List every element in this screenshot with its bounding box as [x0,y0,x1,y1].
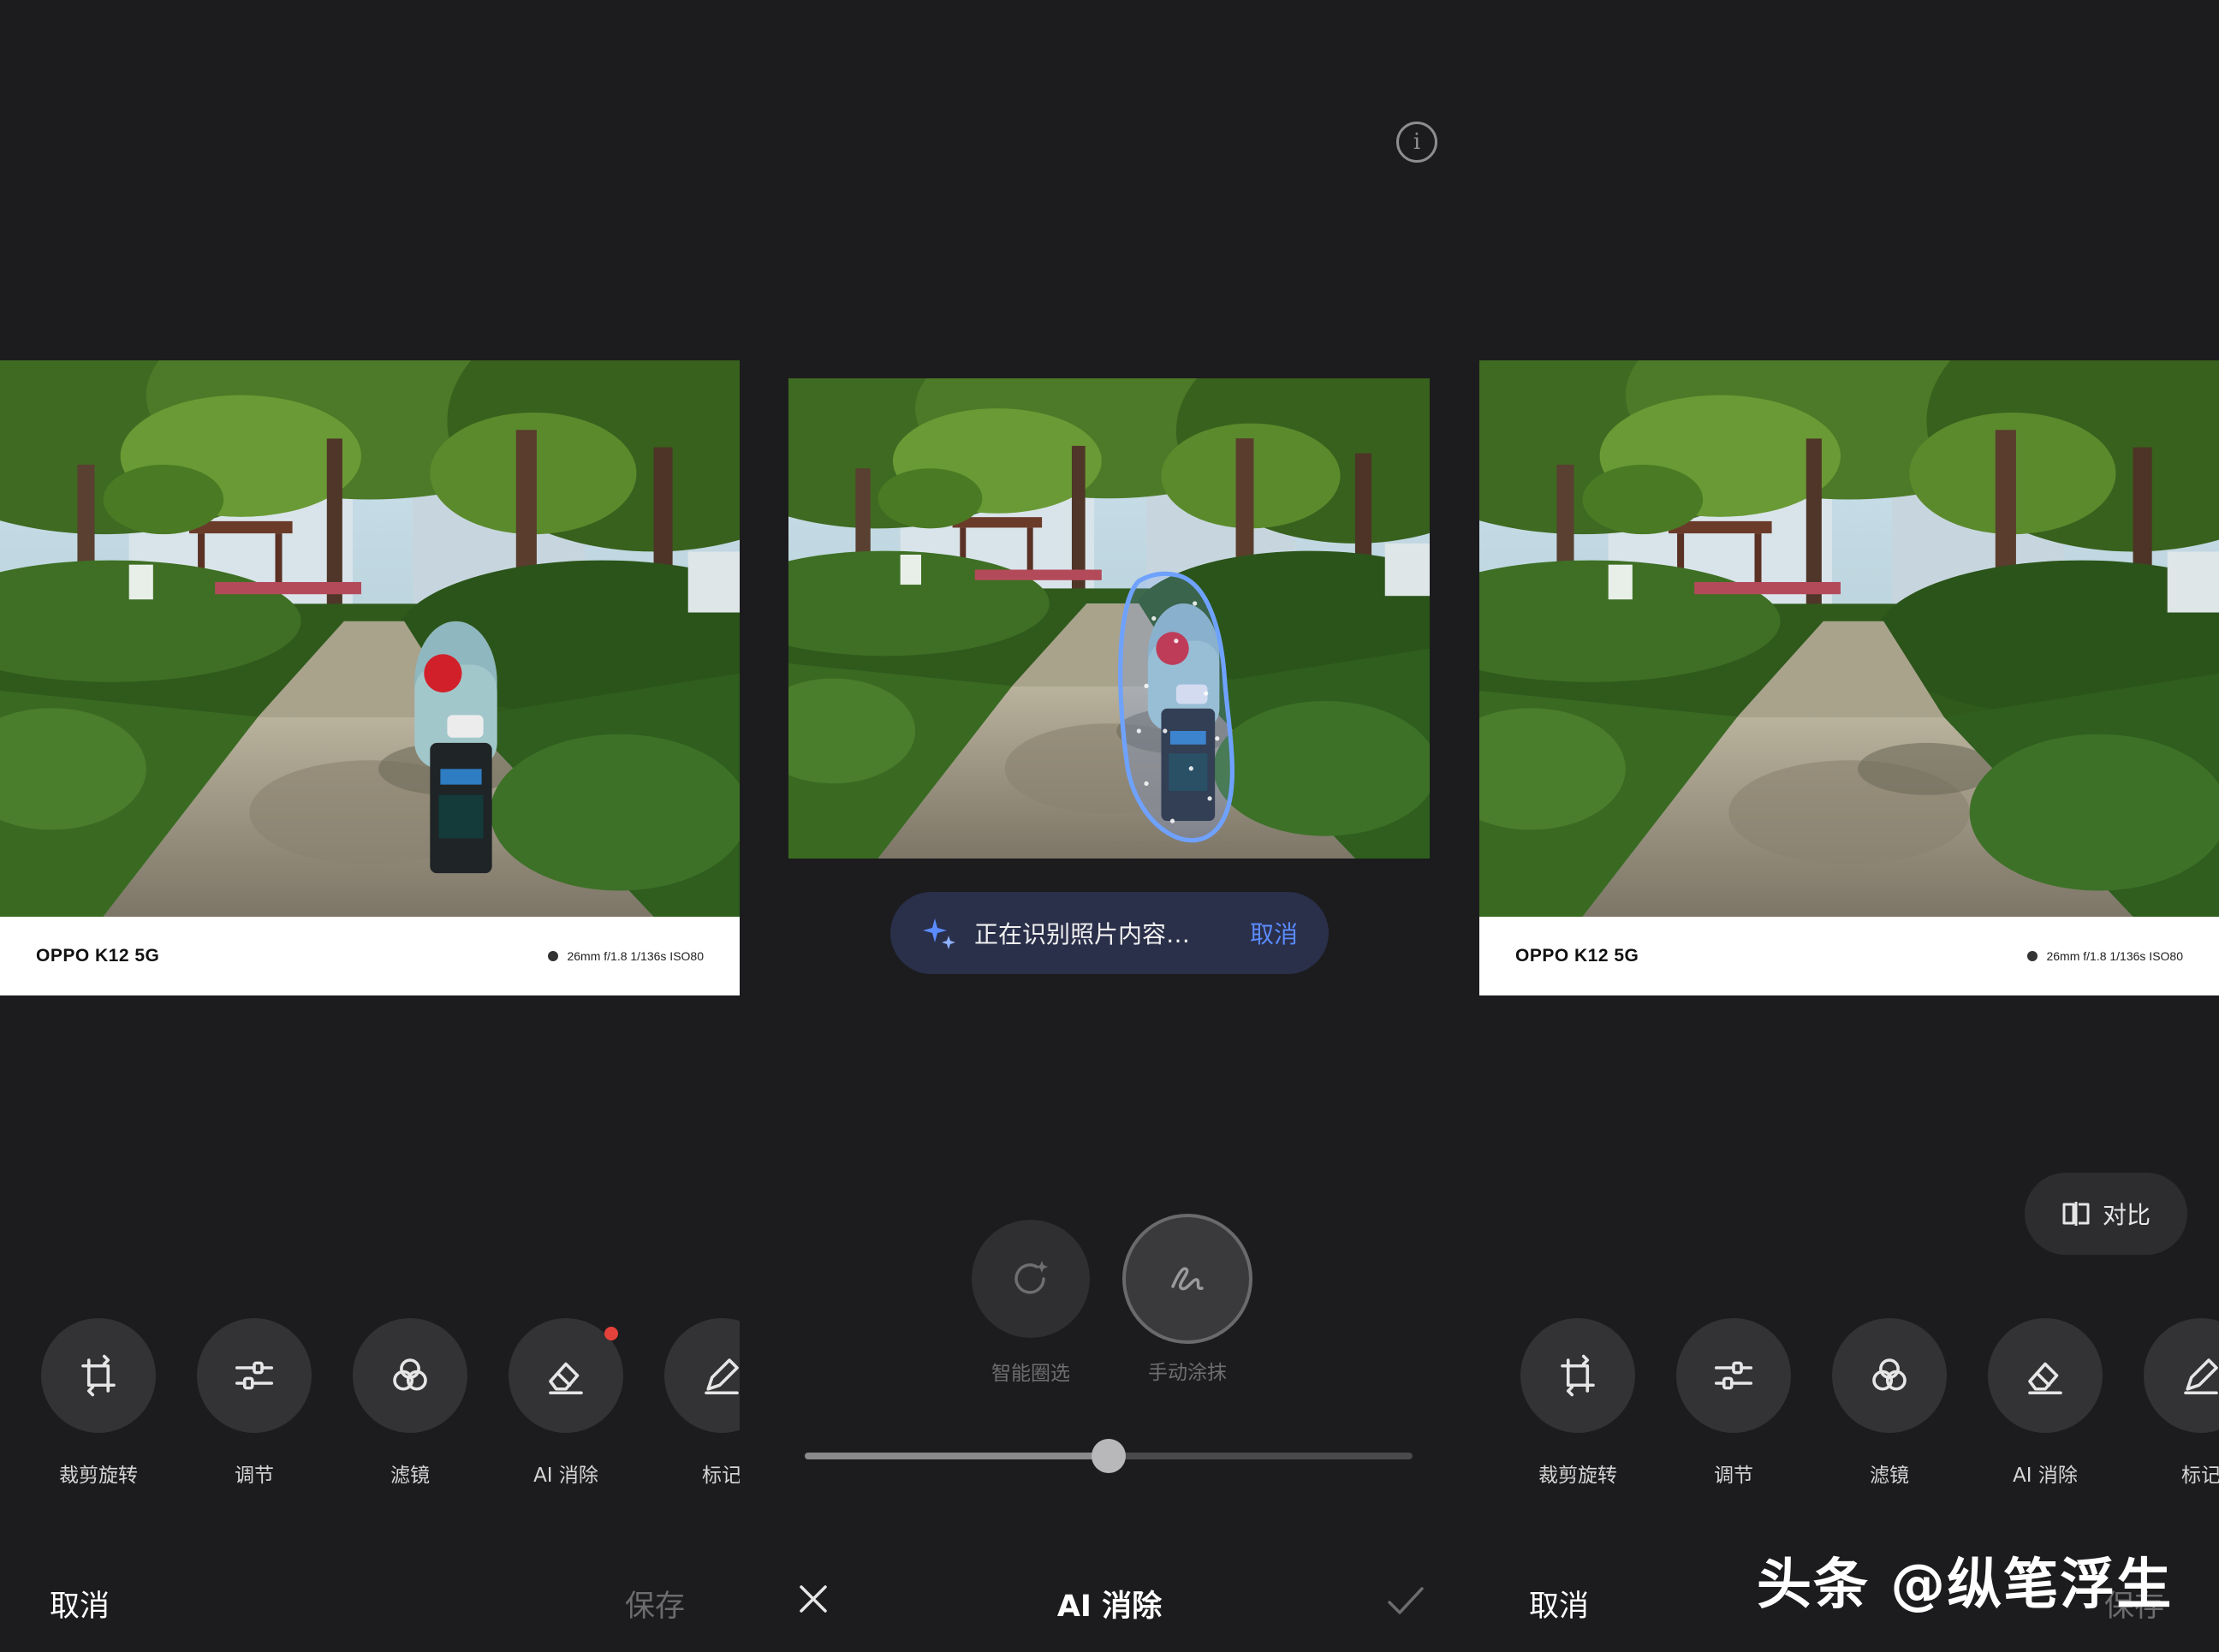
filter-circles-icon [353,1318,467,1433]
save-button[interactable]: 保存 [625,1582,685,1625]
photo-card [788,378,1430,859]
slider-thumb[interactable] [1092,1439,1126,1473]
photo[interactable] [0,360,740,917]
photo-card: OPPO K12 5G 26mm f/1.8 1/136s ISO80 [1479,360,2219,995]
info-icon[interactable]: i [1396,122,1437,163]
pen-icon [2144,1318,2219,1433]
compare-icon [2062,1202,2090,1226]
camera-model: OPPO K12 5G [1515,946,1639,966]
tool-filter[interactable]: 滤镜 [350,1318,470,1488]
tool-label: 标记 [2181,1465,2219,1487]
tool-label: AI 消除 [2013,1465,2078,1487]
crop-rotate-icon [41,1318,156,1433]
sparkle-icon [923,918,955,949]
camera-model: OPPO K12 5G [36,946,160,966]
tool-label: 裁剪旋转 [1538,1465,1617,1487]
photo-card: OPPO K12 5G 26mm f/1.8 1/136s ISO80 [0,360,740,995]
sliders-icon [197,1318,312,1433]
tool-markup[interactable]: 标记 [2141,1318,2219,1488]
tool-label: 裁剪旋转 [59,1465,138,1487]
tool-ai-erase[interactable]: AI 消除 [506,1318,626,1488]
check-icon[interactable] [1386,1584,1425,1625]
tool-label: 调节 [1714,1465,1753,1487]
camera-params: 26mm f/1.8 1/136s ISO80 [2027,917,2183,995]
page-title: AI 消除 [1056,1590,1163,1624]
tool-adjust[interactable]: 调节 [194,1318,314,1488]
crop-rotate-icon [1520,1318,1635,1433]
mode-label: 智能圈选 [991,1363,1070,1385]
tool-label: AI 消除 [533,1465,598,1487]
tool-markup[interactable]: 标记 [662,1318,740,1488]
camera-watermark: OPPO K12 5G 26mm f/1.8 1/136s ISO80 [1479,917,2219,995]
editor-panel-result: OPPO K12 5G 26mm f/1.8 1/136s ISO80 裁剪旋转… [1479,0,2219,1652]
pen-icon [664,1318,740,1433]
mode-manual-brush[interactable]: 手动涂抹 [1102,1214,1273,1385]
toast-text: 正在识别照片内容… [974,920,1191,948]
mode-label: 手动涂抹 [1148,1362,1227,1384]
recognition-toast: 正在识别照片内容… 取消 [890,892,1329,974]
slider-fill [805,1453,1109,1459]
editor-panel-original: OPPO K12 5G 26mm f/1.8 1/136s ISO80 裁剪旋转… [0,0,740,1652]
smart-lasso-icon [972,1220,1090,1338]
tool-label: 滤镜 [390,1465,430,1487]
tool-filter[interactable]: 滤镜 [1829,1318,1949,1488]
compare-label: 对比 [2102,1201,2151,1229]
ai-erase-panel: i AI 消除 [740,0,1479,1652]
tool-label: 滤镜 [1870,1465,1909,1487]
cancel-button[interactable]: 取消 [50,1582,110,1625]
source-credit: 头条 @纵笔浮生 [1757,1554,2174,1617]
tool-label: 标记 [702,1465,740,1487]
photo[interactable] [1479,360,2219,917]
sliders-icon [1676,1318,1791,1433]
tool-crop-rotate[interactable]: 裁剪旋转 [1518,1318,1638,1488]
brush-stroke-icon [1122,1214,1252,1344]
mode-smart-lasso[interactable]: 智能圈选 [945,1220,1116,1386]
tool-label: 调节 [235,1465,274,1487]
tool-ai-erase[interactable]: AI 消除 [1985,1318,2105,1488]
photo[interactable] [788,378,1430,859]
new-badge [604,1327,618,1340]
cancel-button[interactable]: 取消 [1529,1582,1589,1625]
camera-watermark: OPPO K12 5G 26mm f/1.8 1/136s ISO80 [0,917,740,995]
camera-params: 26mm f/1.8 1/136s ISO80 [548,917,704,995]
filter-circles-icon [1832,1318,1947,1433]
compare-button[interactable]: 对比 [2025,1173,2187,1255]
eraser-icon [1988,1318,2103,1433]
tool-adjust[interactable]: 调节 [1674,1318,1794,1488]
eraser-icon [509,1318,623,1433]
brush-size-slider[interactable] [805,1439,1413,1473]
toast-cancel-button[interactable]: 取消 [1250,916,1298,950]
tool-crop-rotate[interactable]: 裁剪旋转 [39,1318,158,1488]
